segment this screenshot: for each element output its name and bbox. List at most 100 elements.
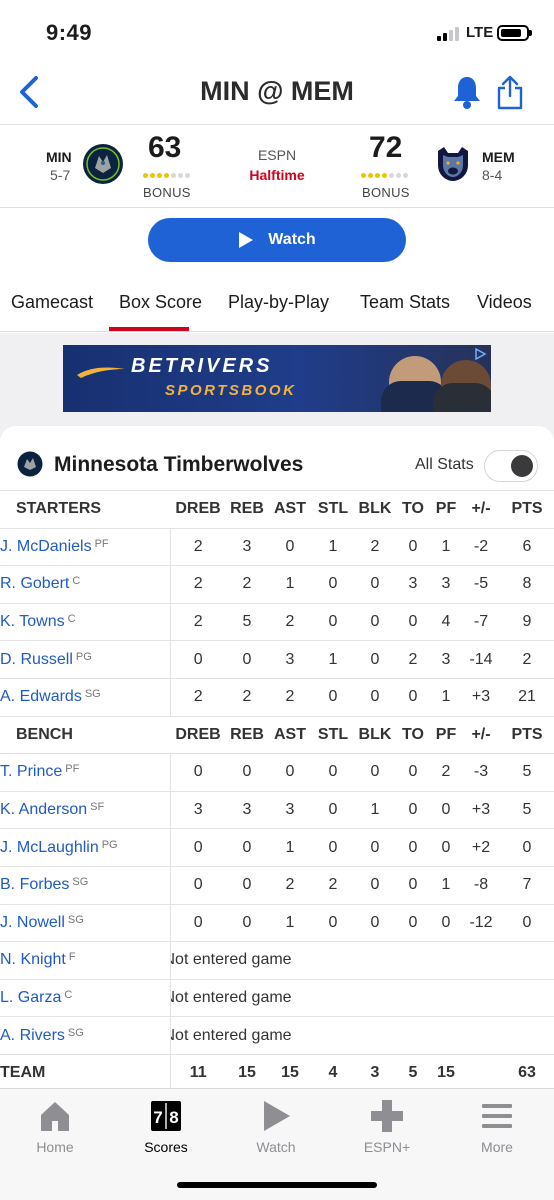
tabbar-scores[interactable]: 78 Scores [111,1099,221,1155]
column-header[interactable]: STL [312,715,354,754]
play-icon [264,1101,290,1131]
team-total-cell [462,1053,500,1092]
player-row: T. Prince PF 0 0 0 0 0 0 2 -3 5 [0,753,554,792]
stat-cell: 3 [396,565,430,604]
column-header[interactable]: AST [268,715,312,754]
svg-text:8: 8 [169,1108,178,1127]
player-link[interactable]: D. Russell [0,651,73,668]
column-header[interactable]: PF [430,715,462,754]
column-header[interactable]: +/- [462,715,500,754]
player-name-cell: J. McDaniels PF [0,527,171,566]
stat-cell: -3 [462,753,500,792]
player-link[interactable]: K. Towns [0,613,65,630]
tab-team-stats[interactable]: Team Stats [360,292,450,313]
stat-cell: 2 [226,565,268,604]
column-header[interactable]: AST [268,490,312,529]
column-header[interactable]: REB [226,715,268,754]
stat-cell: 0 [170,865,226,905]
stat-cell: 0 [312,753,354,792]
stat-cell: 0 [396,828,430,867]
player-name-cell: K. Towns C [0,602,171,641]
stat-cell: 0 [354,828,396,867]
column-header[interactable]: STL [312,490,354,529]
column-header[interactable]: BLK [354,490,396,529]
player-position: SG [72,876,89,889]
column-header[interactable]: TO [396,490,430,529]
team-header: Minnesota Timberwolves All Stats [0,426,554,490]
player-link[interactable]: K. Anderson [0,801,87,818]
tabbar-home[interactable]: Home [0,1099,110,1155]
stat-cell: 1 [430,677,462,717]
network-type: LTE [466,24,494,41]
player-link[interactable]: R. Gobert [0,575,69,592]
column-header[interactable]: TO [396,715,430,754]
stat-cell: 1 [268,828,312,867]
stat-cell: 0 [500,828,554,867]
stat-cell: 0 [312,565,354,604]
stat-cell: 0 [354,903,396,942]
hamburger-icon [482,1104,512,1128]
tab-play-by-play[interactable]: Play-by-Play [228,292,329,313]
tabbar-espn-plus[interactable]: ESPN+ [332,1099,442,1155]
ad-headline: BETRIVERS [131,355,273,377]
column-header[interactable]: PTS [500,715,554,754]
column-header[interactable]: REB [226,490,268,529]
stat-cell: 5 [500,753,554,792]
stat-cell: 0 [396,527,430,566]
stat-cell: 0 [354,640,396,679]
column-header[interactable]: DREB [170,715,226,754]
grizzlies-logo[interactable] [432,143,474,185]
tabbar-watch[interactable]: Watch [221,1099,331,1155]
watch-button-label: Watch [268,231,316,248]
team-total-cell: 15 [430,1053,462,1092]
share-button[interactable] [496,74,524,110]
home-indicator [177,1182,377,1188]
stat-cell: 0 [170,640,226,679]
stat-cell: 6 [500,527,554,566]
toggle-knob [511,455,533,477]
stat-cell: 0 [226,753,268,792]
tab-gamecast[interactable]: Gamecast [11,292,93,313]
player-link[interactable]: A. Edwards [0,688,82,705]
player-link[interactable]: B. Forbes [0,876,69,893]
stat-cell: 2 [170,527,226,566]
team-totals-label: TEAM [0,1053,171,1092]
home-bonus: BONUS [362,185,410,200]
watch-button[interactable]: Watch [148,218,406,262]
tab-box-score[interactable]: Box Score [119,292,202,313]
home-icon [41,1102,69,1131]
column-header[interactable]: +/- [462,490,500,529]
stat-cell: 3 [430,640,462,679]
player-link[interactable]: L. Garza [0,989,61,1006]
notifications-button[interactable] [452,74,482,110]
player-link[interactable]: N. Knight [0,951,66,968]
stat-cell: 0 [354,602,396,641]
player-link[interactable]: J. McDaniels [0,538,92,555]
player-link[interactable]: T. Prince [0,763,62,780]
player-link[interactable]: J. Nowell [0,914,65,931]
stat-cell: 0 [170,753,226,792]
column-header[interactable]: BLK [354,715,396,754]
timeout-dot [382,173,387,178]
player-name-cell: B. Forbes SG [0,865,171,905]
ad-banner[interactable]: BETRIVERS SPORTSBOOK [63,345,491,412]
stat-cell: 0 [268,527,312,566]
tabbar-more[interactable]: More [442,1099,552,1155]
player-link[interactable]: A. Rivers [0,1027,65,1044]
column-header[interactable]: PF [430,490,462,529]
team-total-cell: 63 [500,1053,554,1092]
tab-videos[interactable]: Videos [477,292,532,313]
player-row: K. Anderson SF 3 3 3 0 1 0 0 +3 5 [0,790,554,829]
timeout-dot [396,173,401,178]
player-row: D. Russell PG 0 0 3 1 0 2 3 -14 2 [0,640,554,679]
stat-cell: 0 [354,753,396,792]
column-header[interactable]: DREB [170,490,226,529]
stat-cell: 0 [170,903,226,942]
column-header[interactable]: PTS [500,490,554,529]
stat-cell: 0 [430,790,462,829]
ad-choices-icon[interactable] [473,347,487,361]
player-link[interactable]: J. McLaughlin [0,839,99,856]
all-stats-toggle[interactable] [484,450,538,482]
box-score-table: STARTERS DREB REB AST STL BLK TO PF +/- PTS J. McD… [0,490,554,1092]
stat-cell: 2 [268,677,312,717]
